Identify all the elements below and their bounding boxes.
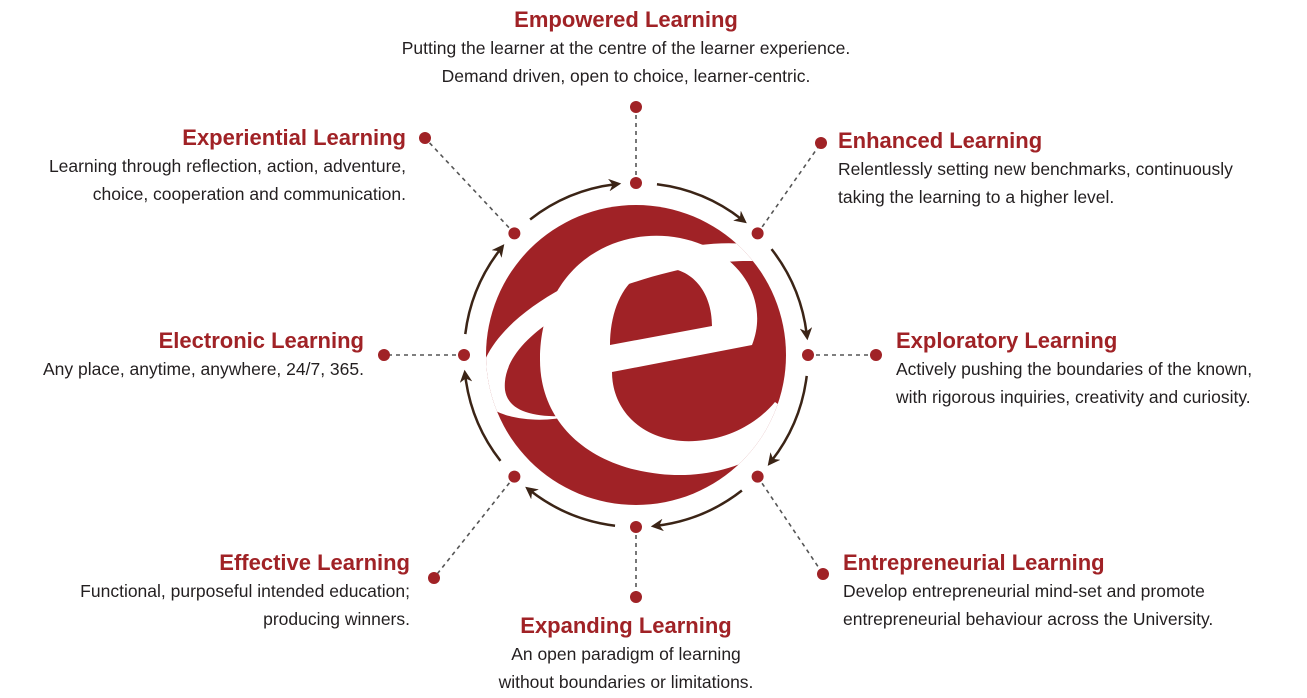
node-entrepreneurial-line-2: entrepreneurial behaviour across the Uni… (843, 609, 1214, 629)
dot-outer-enhanced (815, 137, 827, 149)
node-empowered: Empowered Learning Putting the learner a… (336, 6, 916, 90)
node-exploratory-line-1: Actively pushing the boundaries of the k… (896, 359, 1253, 379)
dot-inner-entrepreneurial (751, 470, 764, 483)
dot-inner-expanding (630, 521, 642, 533)
node-exploratory-line-2: with rigorous inquiries, creativity and … (896, 387, 1251, 407)
node-expanding: Expanding Learning An open paradigm of l… (426, 612, 826, 696)
node-entrepreneurial-line-1: Develop entrepreneurial mind-set and pro… (843, 581, 1205, 601)
dot-outer-effective (428, 572, 440, 584)
node-electronic-line-1: Any place, anytime, anywhere, 24/7, 365. (42, 359, 364, 379)
node-experiential-line-2: choice, cooperation and communication. (92, 184, 406, 204)
node-expanding-title: Expanding Learning (520, 613, 732, 638)
node-empowered-line-2: Demand driven, open to choice, learner-c… (441, 66, 811, 86)
e-orbit-logo (486, 205, 786, 505)
connector-experiential (424, 137, 515, 234)
connector-enhanced (756, 142, 822, 234)
node-enhanced: Enhanced Learning Relentlessly setting n… (838, 127, 1298, 211)
node-experiential-line-1: Learning through reflection, action, adv… (48, 156, 406, 176)
node-expanding-line-2: without boundaries or limitations. (498, 672, 754, 692)
node-experiential-title: Experiential Learning (182, 125, 406, 150)
node-entrepreneurial-title: Entrepreneurial Learning (843, 550, 1105, 575)
connector-entrepreneurial (756, 476, 824, 575)
node-enhanced-title: Enhanced Learning (838, 128, 1043, 153)
dot-inner-experiential (508, 227, 521, 240)
node-effective: Effective Learning Functional, purposefu… (0, 549, 410, 633)
dot-outer-exploratory (870, 349, 882, 361)
node-electronic: Electronic Learning Any place, anytime, … (0, 327, 364, 383)
dot-outer-empowered (630, 101, 642, 113)
node-effective-line-1: Functional, purposeful intended educatio… (80, 581, 410, 601)
dot-outer-expanding (630, 591, 642, 603)
dot-inner-electronic (458, 349, 470, 361)
node-enhanced-line-2: taking the learning to a higher level. (838, 187, 1115, 207)
node-effective-title: Effective Learning (219, 550, 410, 575)
node-empowered-line-1: Putting the learner at the centre of the… (401, 38, 851, 58)
node-expanding-line-1: An open paradigm of learning (511, 644, 741, 664)
dot-outer-electronic (378, 349, 390, 361)
node-exploratory: Exploratory Learning Actively pushing th… (896, 327, 1304, 411)
dot-outer-entrepreneurial (817, 568, 829, 580)
dot-inner-effective (508, 470, 521, 483)
dot-outer-experiential (419, 132, 431, 144)
node-experiential: Experiential Learning Learning through r… (0, 124, 406, 208)
node-exploratory-title: Exploratory Learning (896, 328, 1118, 353)
node-empowered-title: Empowered Learning (514, 7, 738, 32)
node-enhanced-line-1: Relentlessly setting new benchmarks, con… (838, 159, 1233, 179)
node-electronic-title: Electronic Learning (158, 328, 364, 353)
connector-effective (433, 476, 516, 579)
dot-inner-enhanced (751, 227, 764, 240)
node-effective-line-2: producing winners. (263, 609, 410, 629)
dot-inner-exploratory (802, 349, 814, 361)
dot-inner-empowered (630, 177, 642, 189)
node-entrepreneurial: Entrepreneurial Learning Develop entrepr… (843, 549, 1298, 633)
